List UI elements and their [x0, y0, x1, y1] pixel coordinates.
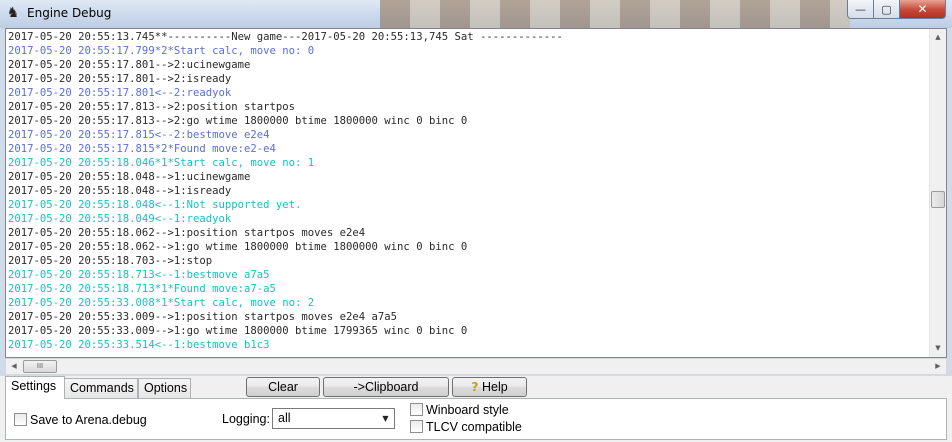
winboard-style-checkbox[interactable] [410, 403, 423, 416]
help-button-label: Help [482, 380, 508, 394]
save-to-file-checkbox[interactable] [14, 413, 27, 426]
help-button[interactable]: ? Help [452, 377, 527, 397]
title-bar[interactable]: ♞ Engine Debug — ▢ ✕ [0, 0, 952, 28]
log-line: 2017-05-20 20:55:18.713*1*Found move:a7-… [8, 283, 276, 295]
debug-log-panel[interactable]: 2017-05-20 20:55:13.745**----------New g… [5, 28, 947, 358]
log-line: 2017-05-20 20:55:17.801<--2:readyok [8, 87, 232, 99]
log-line: 2017-05-20 20:55:17.813-->2:position sta… [8, 101, 296, 113]
log-line: 2017-05-20 20:55:18.062-->1:go wtime 180… [8, 241, 468, 253]
vertical-scroll-thumb[interactable] [931, 191, 945, 208]
save-to-file-label: Save to Arena.debug [30, 413, 147, 427]
debug-log-text[interactable]: 2017-05-20 20:55:13.745**----------New g… [6, 29, 931, 357]
tlcv-compatible-checkbox[interactable] [410, 420, 423, 433]
log-line: 2017-05-20 20:55:13.745**----------New g… [8, 31, 563, 43]
close-button[interactable]: ✕ [900, 0, 946, 19]
background-board-art [380, 0, 850, 28]
vertical-scrollbar[interactable]: ▲ ▼ [929, 29, 946, 357]
log-line: 2017-05-20 20:55:33.008*1*Start calc, mo… [8, 297, 315, 309]
scroll-right-icon[interactable]: ▶ [930, 359, 946, 374]
maximize-button[interactable]: ▢ [874, 0, 900, 19]
bottom-panel: Settings Commands Options Clear ->Clipbo… [0, 376, 952, 442]
logging-select[interactable]: all ▼ [272, 408, 395, 429]
log-line: 2017-05-20 20:55:33.009-->1:position sta… [8, 311, 398, 323]
settings-tab-page: Save to Arena.debug Logging: all ▼ Winbo… [5, 398, 947, 440]
horizontal-scroll-thumb[interactable]: III [23, 360, 57, 373]
log-line: 2017-05-20 20:55:18.048<--1:Not supporte… [8, 199, 302, 211]
horizontal-scrollbar[interactable]: ◀ III ▶ [5, 358, 947, 375]
log-line: 2017-05-20 20:55:18.713<--1:bestmove a7a… [8, 269, 270, 281]
close-icon: ✕ [917, 2, 928, 16]
minimize-icon: — [855, 2, 866, 16]
minimize-button[interactable]: — [847, 0, 874, 19]
log-line: 2017-05-20 20:55:18.049<--1:readyok [8, 213, 232, 225]
log-line: 2017-05-20 20:55:17.813-->2:go wtime 180… [8, 115, 468, 127]
scroll-left-icon[interactable]: ◀ [6, 359, 22, 374]
scroll-down-icon[interactable]: ▼ [930, 340, 946, 357]
logging-select-value: all [278, 411, 291, 425]
log-line: 2017-05-20 20:55:18.048-->1:isready [8, 185, 232, 197]
log-line: 2017-05-20 20:55:17.801-->2:ucinewgame [8, 59, 251, 71]
tab-options[interactable]: Options [138, 378, 191, 398]
tab-settings[interactable]: Settings [5, 376, 65, 399]
log-line: 2017-05-20 20:55:17.801-->2:isready [8, 73, 232, 85]
log-line: 2017-05-20 20:55:18.046*1*Start calc, mo… [8, 157, 315, 169]
log-line: 2017-05-20 20:55:18.048-->1:ucinewgame [8, 171, 251, 183]
window-title: Engine Debug [27, 6, 112, 20]
window-controls: — ▢ ✕ [847, 0, 946, 19]
log-line: 2017-05-20 20:55:17.815<--2:bestmove e2e… [8, 129, 270, 141]
log-line: 2017-05-20 20:55:17.815*2*Found move:e2-… [8, 143, 276, 155]
arena-app-icon[interactable]: ♞ [5, 5, 21, 22]
tab-commands[interactable]: Commands [64, 378, 138, 398]
chevron-down-icon[interactable]: ▼ [377, 409, 394, 428]
logging-label: Logging: [222, 412, 270, 426]
scroll-up-icon[interactable]: ▲ [930, 29, 946, 46]
log-line: 2017-05-20 20:55:33.514<--1:bestmove b1c… [8, 339, 270, 351]
help-icon: ? [471, 379, 479, 394]
log-line: 2017-05-20 20:55:18.062-->1:position sta… [8, 227, 366, 239]
log-line: 2017-05-20 20:55:33.009-->1:go wtime 180… [8, 325, 468, 337]
tlcv-compatible-label: TLCV compatible [426, 420, 522, 434]
log-line: 2017-05-20 20:55:18.703-->1:stop [8, 255, 213, 267]
maximize-icon: ▢ [881, 2, 892, 16]
log-line: 2017-05-20 20:55:17.799*2*Start calc, mo… [8, 45, 315, 57]
winboard-style-label: Winboard style [426, 403, 509, 417]
clipboard-button[interactable]: ->Clipboard [323, 377, 449, 397]
clear-button[interactable]: Clear [246, 377, 320, 397]
